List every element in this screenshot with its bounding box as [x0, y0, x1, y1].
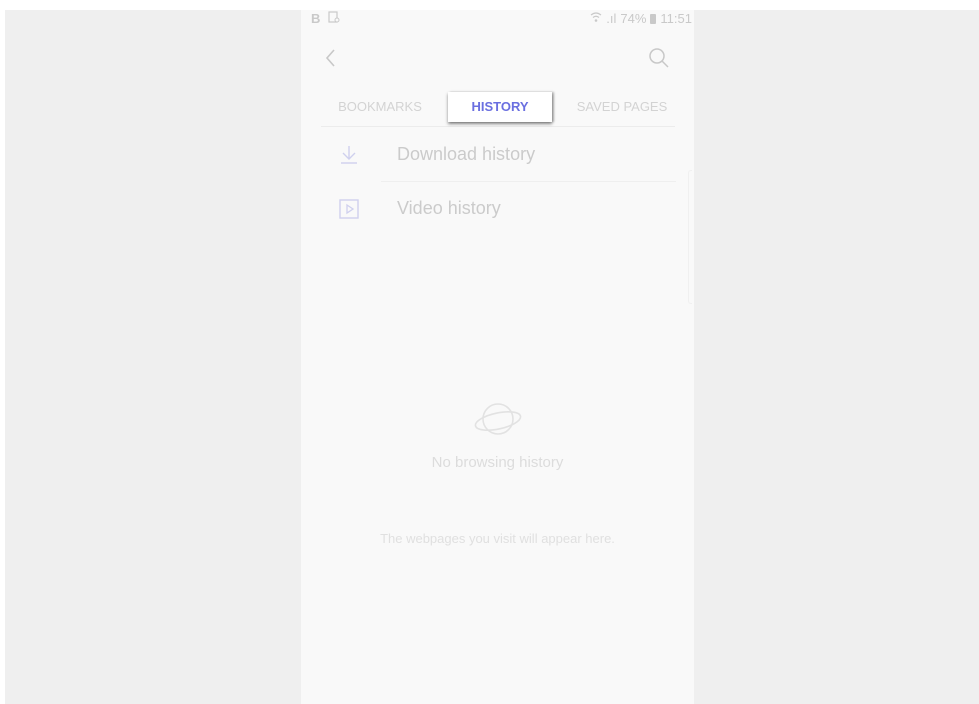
screenshot-icon — [328, 11, 340, 26]
wifi-icon — [590, 11, 602, 26]
battery-icon — [650, 13, 657, 24]
download-history-label: Download history — [397, 144, 536, 164]
video-history-label: Video history — [397, 198, 501, 218]
status-bar: B .ıl 74% 11:51 — [301, 10, 694, 30]
status-app-letter: B — [311, 11, 321, 26]
status-right: .ıl 74% 11:51 — [590, 11, 692, 26]
globe-icon — [473, 396, 523, 442]
tab-history[interactable]: HISTORY — [448, 92, 552, 122]
video-history-item[interactable]: Video history — [301, 182, 694, 236]
download-history-item[interactable]: Download history — [301, 128, 694, 182]
tab-saved-pages[interactable]: SAVED PAGES — [567, 92, 677, 122]
video-icon — [337, 197, 361, 221]
tab-bar: BOOKMARKS HISTORY SAVED PAGES — [321, 92, 675, 127]
download-icon — [337, 143, 361, 167]
chevron-left-icon — [325, 49, 335, 67]
status-time: 11:51 — [660, 11, 692, 26]
empty-state-subtitle: The webpages you visit will appear here. — [380, 531, 615, 546]
status-left: B — [311, 11, 340, 26]
tab-bookmarks[interactable]: BOOKMARKS — [321, 92, 439, 122]
empty-state-title: No browsing history — [431, 454, 564, 471]
phone-screen: B .ıl 74% 11:51 BOOKMARKS HISTORY SAVED … — [301, 10, 694, 704]
battery-text: 74% — [620, 11, 647, 26]
back-button[interactable] — [319, 46, 343, 70]
scroll-indicator — [688, 170, 692, 304]
search-button[interactable] — [647, 46, 671, 70]
search-icon — [649, 48, 669, 68]
signal-icon: .ıl — [606, 11, 617, 26]
